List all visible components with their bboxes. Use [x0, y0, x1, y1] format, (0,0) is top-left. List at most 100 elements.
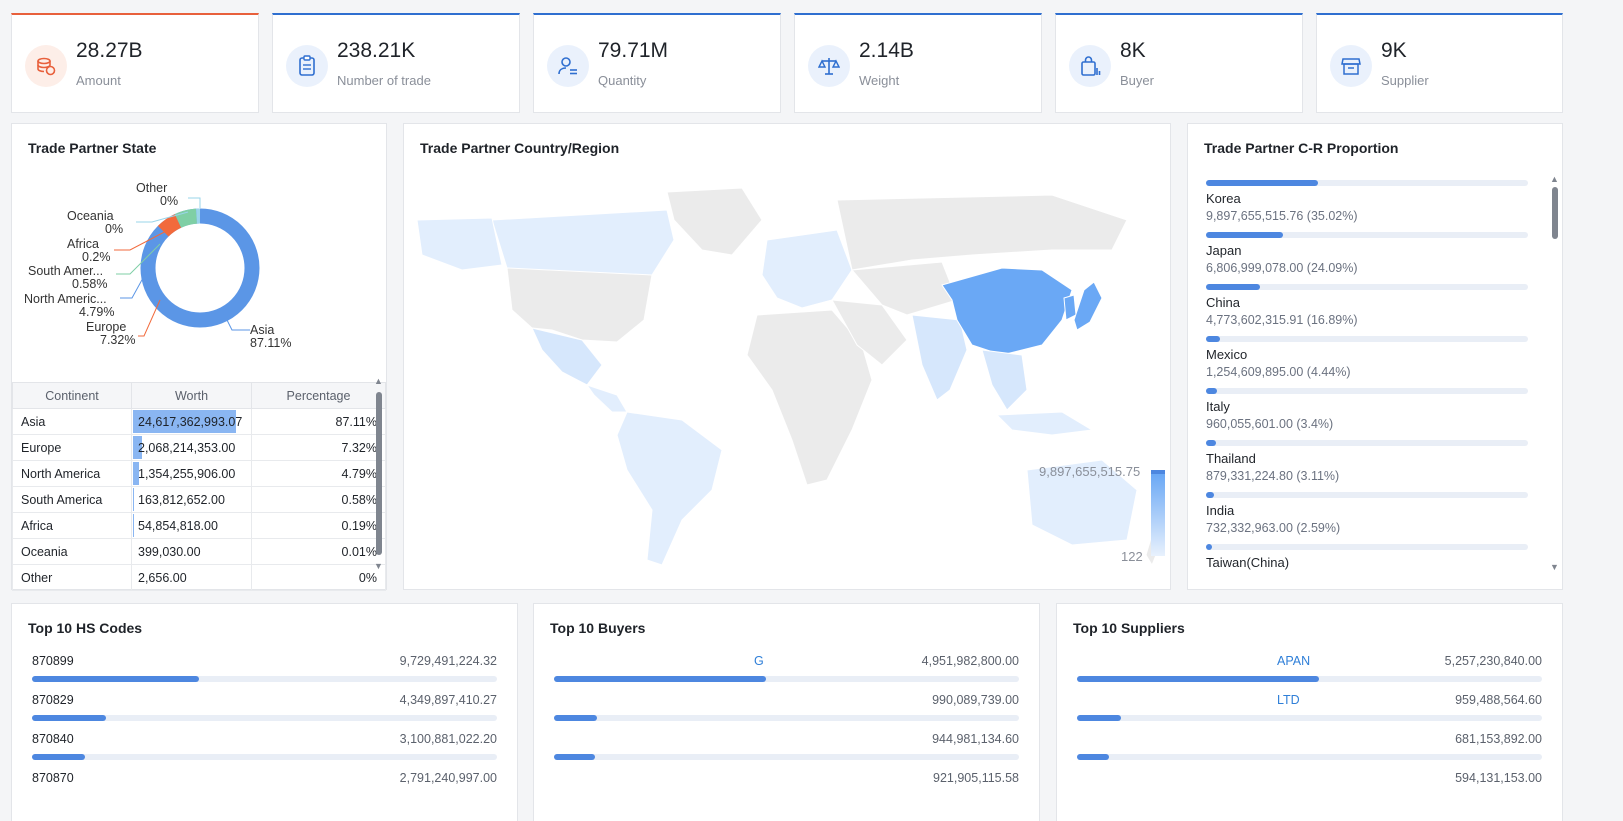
world-map[interactable] — [412, 180, 1162, 575]
list-scrollbar[interactable] — [1552, 187, 1558, 239]
cr-list-item[interactable]: India 732,332,963.00 (2.59%) — [1206, 492, 1528, 535]
cr-country-value: 1,254,609,895.00 (4.44%) — [1206, 365, 1351, 379]
table-row[interactable]: North America 1,354,255,906.00 4.79% — [12, 460, 386, 487]
cr-country-name: China — [1206, 295, 1240, 310]
kpi-card-number-of-trade[interactable]: 238.21K Number of trade — [272, 13, 520, 113]
progress-track — [32, 715, 497, 721]
list-value: 9,729,491,224.32 — [399, 654, 497, 668]
list-value: 4,349,897,410.27 — [399, 693, 497, 707]
cr-country-value: 960,055,601.00 (3.4%) — [1206, 417, 1334, 431]
cr-list-item[interactable]: Italy 960,055,601.00 (3.4%) — [1206, 388, 1528, 431]
kpi-card-weight[interactable]: 2.14B Weight — [794, 13, 1042, 113]
donut-slice-north-america[interactable] — [174, 208, 198, 228]
cell-percentage: 0.01% — [251, 538, 386, 565]
continent-donut-chart: Other 0% Oceania 0% Africa 0.2% South Am… — [24, 181, 291, 350]
cell-percentage: 0.58% — [251, 486, 386, 513]
cr-progress-fill — [1206, 232, 1284, 238]
kpi-card-buyer[interactable]: 8K Buyer — [1055, 13, 1303, 113]
map-japan[interactable] — [1073, 281, 1103, 331]
map-legend-gradient[interactable] — [1151, 470, 1165, 556]
cr-list-item[interactable]: Japan 6,806,999,078.00 (24.09%) — [1206, 232, 1528, 275]
donut-pct-asia: 87.11% — [250, 336, 291, 350]
cell-worth: 1,354,255,906.00 — [131, 460, 252, 487]
progress-fill — [32, 715, 107, 721]
cr-proportion-list: Korea 9,897,655,515.76 (35.02%) Japan 6,806… — [1188, 124, 1548, 576]
cr-list-item[interactable]: Korea 9,897,655,515.76 (35.02%) — [1206, 180, 1528, 223]
kpi-value: 79.71M — [598, 39, 669, 62]
list-value: 3,100,881,022.20 — [399, 732, 497, 746]
continent-table: Continent Worth Percentage Asia 24,617,36… — [12, 382, 386, 591]
top-hs-codes-panel: Top 10 HS Codes 870899 9,729,491,224.32 87… — [11, 603, 518, 821]
map-korea[interactable] — [1063, 294, 1077, 321]
map-usa — [506, 267, 653, 343]
list-scroll-up-icon[interactable]: ▲ — [1550, 174, 1559, 184]
table-scrollbar[interactable] — [376, 392, 382, 555]
table-row[interactable]: Other 2,656.00 0% — [12, 564, 386, 591]
company-link[interactable]: APAN — [1277, 654, 1310, 668]
kpi-label: Number of trade — [337, 73, 431, 88]
progress-fill — [554, 754, 595, 760]
cell-percentage: 7.32% — [251, 434, 386, 461]
cell-continent: Asia — [12, 408, 132, 435]
table-row[interactable]: Asia 24,617,362,993.07 87.11% — [12, 408, 386, 435]
table-scroll-down-icon[interactable]: ▼ — [374, 561, 383, 571]
cell-worth: 54,854,818.00 — [131, 512, 252, 539]
cell-worth: 163,812,652.00 — [131, 486, 252, 513]
table-row[interactable]: Africa 54,854,818.00 0.19% — [12, 512, 386, 539]
column-header-percentage[interactable]: Percentage — [251, 382, 386, 409]
company-link[interactable]: LTD — [1277, 693, 1300, 707]
table-scroll-up-icon[interactable]: ▲ — [374, 376, 383, 386]
cr-progress-fill — [1206, 336, 1221, 342]
kpi-label: Buyer — [1120, 73, 1154, 88]
cr-list-item[interactable]: Mexico 1,254,609,895.00 (4.44%) — [1206, 336, 1528, 379]
progress-fill — [554, 715, 597, 721]
cell-percentage: 87.11% — [251, 408, 386, 435]
cell-worth: 2,656.00 — [131, 564, 252, 591]
cr-country-name: Japan — [1206, 243, 1242, 258]
column-header-continent[interactable]: Continent — [12, 382, 132, 409]
cr-list-item[interactable]: Thailand 879,331,224.80 (3.11%) — [1206, 440, 1528, 483]
cell-worth: 24,617,362,993.07 — [131, 408, 252, 435]
donut-label-south-america: South Amer... — [28, 264, 103, 278]
cell-continent: North America — [12, 460, 132, 487]
panel-title: Top 10 Suppliers — [1073, 620, 1185, 636]
donut-pct-africa: 0.2% — [82, 250, 111, 264]
hs-code: 870840 — [32, 732, 74, 746]
map-russia — [836, 194, 1128, 271]
hs-code: 870870 — [32, 771, 74, 785]
hs-code: 870899 — [32, 654, 74, 668]
progress-track — [1077, 754, 1542, 760]
donut-pct-oceania: 0% — [105, 222, 123, 236]
cr-list-item[interactable]: China 4,773,602,315.91 (16.89%) — [1206, 284, 1528, 327]
table-row[interactable]: South America 163,812,652.00 0.58% — [12, 486, 386, 513]
list-value: 944,981,134.60 — [932, 732, 1019, 746]
list-value: 959,488,564.60 — [1455, 693, 1542, 707]
cr-progress-track — [1206, 544, 1528, 550]
kpi-value: 2.14B — [859, 39, 914, 62]
list-value: 990,089,739.00 — [932, 693, 1019, 707]
map-alaska — [416, 217, 503, 271]
cr-progress-track — [1206, 180, 1528, 186]
donut-slice-europe[interactable] — [157, 214, 182, 237]
table-row[interactable]: Oceania 399,030.00 0.01% — [12, 538, 386, 565]
cell-worth: 2,068,214,353.00 — [131, 434, 252, 461]
map-europe — [761, 229, 853, 309]
kpi-card-amount[interactable]: 28.27B Amount — [11, 13, 259, 113]
column-header-worth[interactable]: Worth — [131, 382, 252, 409]
kpi-label: Amount — [76, 73, 121, 88]
cr-list-item[interactable]: Taiwan(China) — [1206, 544, 1528, 573]
kpi-value: 9K — [1381, 39, 1407, 62]
table-row[interactable]: Europe 2,068,214,353.00 7.32% — [12, 434, 386, 461]
donut-label-asia: Asia — [250, 323, 274, 337]
list-scroll-down-icon[interactable]: ▼ — [1550, 562, 1559, 572]
kpi-card-quantity[interactable]: 79.71M Quantity — [533, 13, 781, 113]
kpi-card-supplier[interactable]: 9K Supplier — [1316, 13, 1563, 113]
map-southeast-asia — [981, 349, 1028, 411]
list-value: 594,131,153.00 — [1455, 771, 1542, 785]
progress-track — [1077, 715, 1542, 721]
progress-track — [554, 754, 1019, 760]
company-link[interactable]: G — [754, 654, 764, 668]
cr-progress-track — [1206, 284, 1528, 290]
progress-fill — [1077, 754, 1109, 760]
map-central-america — [585, 384, 628, 413]
